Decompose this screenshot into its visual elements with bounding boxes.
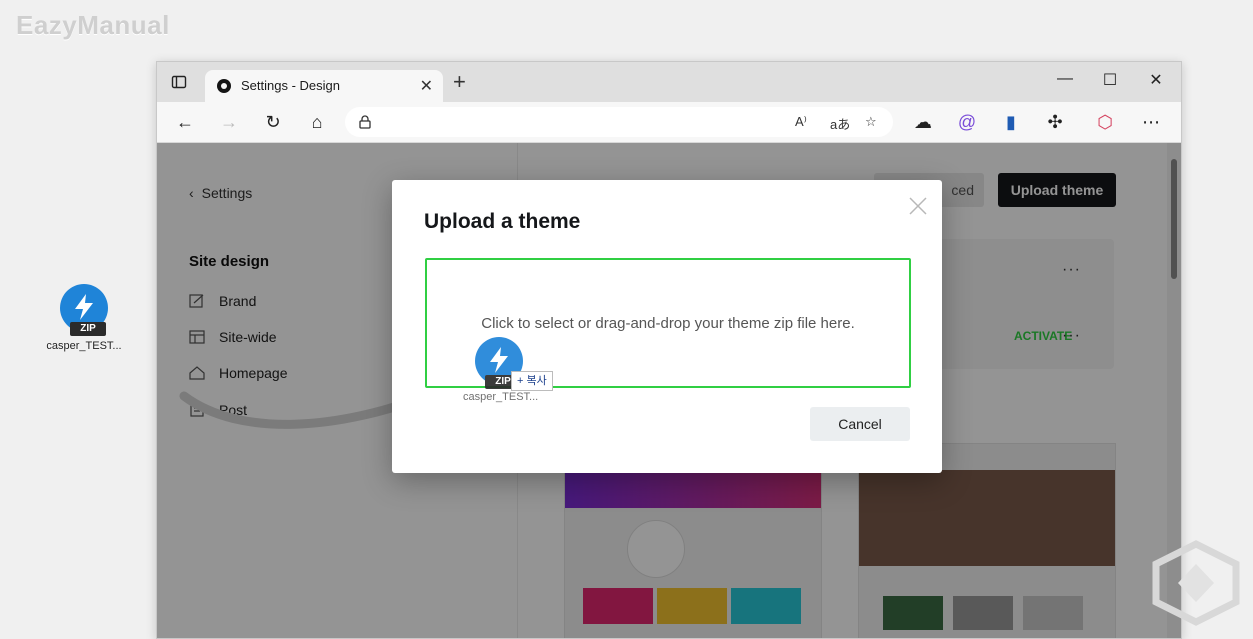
cloud-icon[interactable]: ☁ bbox=[913, 112, 933, 132]
zip-file-icon: ZIP bbox=[60, 284, 108, 336]
more-menu-icon[interactable]: ⋯ bbox=[1141, 112, 1161, 132]
extension-bar-icon[interactable]: ▮ bbox=[1001, 112, 1021, 132]
home-icon[interactable]: ⌂ bbox=[307, 112, 327, 132]
address-bar[interactable]: A⁾ aあ ☆ bbox=[345, 107, 893, 137]
maximize-button[interactable]: ☐ bbox=[1095, 70, 1125, 90]
cancel-button[interactable]: Cancel bbox=[810, 407, 910, 441]
dropzone-instructions: Click to select or drag-and-drop your th… bbox=[481, 315, 855, 332]
browser-toolbar: ← → ↻ ⌂ A⁾ aあ ☆ ☁ @ ▮ ✣ ⬡ ⋯ bbox=[157, 102, 1181, 143]
forward-arrow-icon[interactable]: → bbox=[219, 112, 239, 132]
tab-title: Settings - Design bbox=[241, 78, 340, 93]
dragged-file-label: casper_TEST... bbox=[463, 391, 539, 403]
zip-tag: ZIP bbox=[70, 322, 106, 336]
ghost-favicon-icon bbox=[217, 79, 231, 93]
tab-actions-icon[interactable] bbox=[171, 74, 187, 90]
back-arrow-icon[interactable]: ← bbox=[175, 112, 195, 132]
desktop-zip-file[interactable]: ZIP casper_TEST... bbox=[44, 284, 124, 352]
close-icon[interactable] bbox=[908, 196, 928, 216]
upload-theme-modal: Upload a theme Click to select or drag-a… bbox=[392, 180, 942, 473]
tab-bar: Settings - Design ✕ + — ☐ ✕ bbox=[157, 62, 1181, 102]
new-tab-icon[interactable]: + bbox=[453, 69, 466, 95]
watermark-logo-icon bbox=[1152, 540, 1240, 626]
read-aloud-icon[interactable]: A⁾ bbox=[795, 114, 807, 130]
dragged-file: ZIP + 복사 casper_TEST... bbox=[463, 337, 563, 403]
close-window-button[interactable]: ✕ bbox=[1141, 70, 1171, 90]
watermark: EazyManual bbox=[16, 10, 170, 40]
tab-close-icon[interactable]: ✕ bbox=[420, 76, 433, 96]
extensions-puzzle-icon[interactable]: ✣ bbox=[1045, 112, 1065, 132]
extension-at-icon[interactable]: @ bbox=[957, 112, 977, 132]
lock-icon[interactable] bbox=[359, 115, 371, 134]
refresh-icon[interactable]: ↻ bbox=[263, 112, 283, 132]
extension-shield-icon[interactable]: ⬡ bbox=[1095, 112, 1115, 132]
copy-badge: + 복사 bbox=[511, 371, 553, 391]
translate-icon[interactable]: aあ bbox=[830, 114, 850, 133]
modal-title: Upload a theme bbox=[424, 210, 581, 233]
desktop-file-label: casper_TEST... bbox=[46, 340, 122, 352]
favorite-add-icon[interactable]: ☆ bbox=[865, 114, 877, 130]
minimize-button[interactable]: — bbox=[1050, 70, 1080, 88]
tab-settings-design[interactable]: Settings - Design ✕ bbox=[205, 70, 443, 102]
